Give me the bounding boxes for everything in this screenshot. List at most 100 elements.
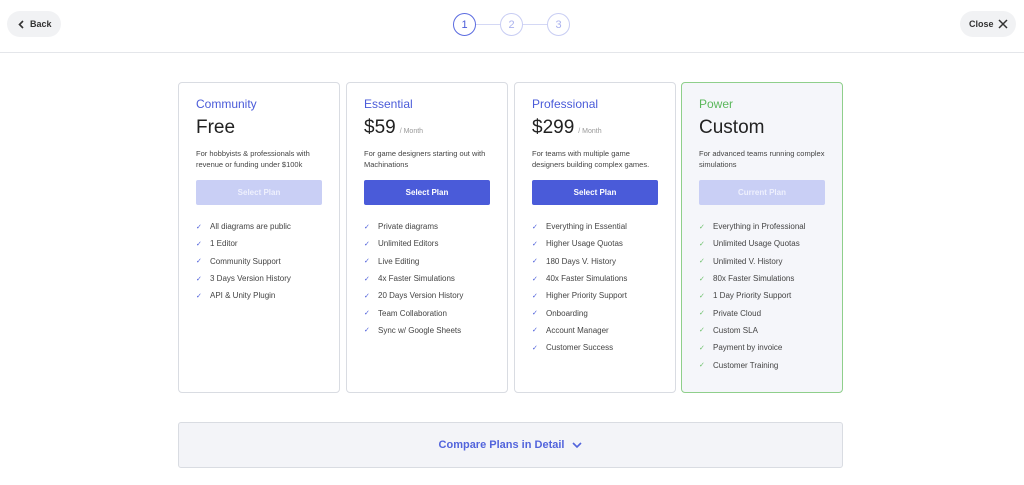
feature-list: ✓ Everything in Essential ✓ Higher Usage Q… bbox=[532, 218, 658, 356]
feature-label: Sync w/ Google Sheets bbox=[378, 325, 462, 335]
check-icon: ✓ bbox=[364, 327, 370, 335]
back-button[interactable]: Back bbox=[7, 11, 61, 37]
plan-price: Free bbox=[196, 117, 322, 141]
feature-label: Unlimited Usage Quotas bbox=[713, 239, 800, 249]
check-icon: ✓ bbox=[196, 240, 202, 248]
check-icon: ✓ bbox=[532, 344, 538, 352]
step-3[interactable]: 3 bbox=[547, 13, 570, 36]
feature-item: ✓ All diagrams are public bbox=[196, 218, 322, 235]
feature-item: ✓ Customer Success bbox=[532, 339, 658, 356]
feature-label: 20 Days Version History bbox=[378, 291, 464, 301]
feature-item: ✓ 1 Editor bbox=[196, 235, 322, 252]
check-icon: ✓ bbox=[532, 223, 538, 231]
price-value: $59 bbox=[364, 117, 396, 138]
check-icon: ✓ bbox=[532, 327, 538, 335]
feature-label: Team Collaboration bbox=[378, 308, 447, 318]
feature-label: API & Unity Plugin bbox=[210, 291, 276, 301]
feature-label: All diagrams are public bbox=[210, 222, 291, 232]
feature-item: ✓ Onboarding bbox=[532, 304, 658, 321]
check-icon: ✓ bbox=[364, 223, 370, 231]
chevron-left-icon bbox=[18, 19, 24, 29]
compare-plans-button[interactable]: Compare Plans in Detail bbox=[178, 422, 843, 468]
check-icon: ✓ bbox=[699, 292, 705, 300]
feature-label: Unlimited V. History bbox=[713, 256, 783, 266]
feature-label: Payment by invoice bbox=[713, 343, 783, 353]
plan-name: Power bbox=[699, 97, 734, 111]
check-icon: ✓ bbox=[196, 275, 202, 283]
feature-item: ✓ Everything in Professional bbox=[699, 218, 825, 235]
select-plan-button[interactable]: Select Plan bbox=[364, 180, 490, 205]
chevron-down-icon bbox=[572, 441, 583, 448]
check-icon: ✓ bbox=[699, 275, 705, 283]
feature-item: ✓ Higher Usage Quotas bbox=[532, 235, 658, 252]
feature-label: Live Editing bbox=[378, 256, 420, 266]
check-icon: ✓ bbox=[196, 223, 202, 231]
feature-label: Account Manager bbox=[546, 325, 609, 335]
feature-item: ✓ Unlimited V. History bbox=[699, 253, 825, 270]
select-plan-button[interactable]: Select Plan bbox=[196, 180, 322, 205]
check-icon: ✓ bbox=[196, 292, 202, 300]
feature-item: ✓ Private Cloud bbox=[699, 304, 825, 321]
feature-item: ✓ Everything in Essential bbox=[532, 218, 658, 235]
feature-label: 40x Faster Simulations bbox=[546, 274, 628, 284]
plan-description: For advanced teams running complex simul… bbox=[699, 149, 825, 169]
select-plan-button[interactable]: Select Plan bbox=[532, 180, 658, 205]
current-plan-button: Current Plan bbox=[699, 180, 825, 205]
plan-price: $59 / Month bbox=[364, 117, 490, 141]
feature-label: Higher Priority Support bbox=[546, 291, 627, 301]
feature-item: ✓ Payment by invoice bbox=[699, 339, 825, 356]
step-1[interactable]: 1 bbox=[453, 13, 476, 36]
plan-price: $299 / Month bbox=[532, 117, 658, 141]
feature-item: ✓ Private diagrams bbox=[364, 218, 490, 235]
feature-list: ✓ Everything in Professional ✓ Unlimited U… bbox=[699, 218, 825, 374]
close-button[interactable]: Close bbox=[960, 11, 1016, 37]
compare-label: Compare Plans in Detail bbox=[438, 439, 565, 451]
feature-label: Higher Usage Quotas bbox=[546, 239, 623, 249]
feature-item: ✓ 40x Faster Simulations bbox=[532, 270, 658, 287]
feature-item: ✓ 4x Faster Simulations bbox=[364, 270, 490, 287]
step-2[interactable]: 2 bbox=[500, 13, 523, 36]
close-icon bbox=[997, 19, 1008, 29]
feature-label: Custom SLA bbox=[713, 325, 758, 335]
feature-label: Everything in Essential bbox=[546, 222, 627, 232]
progress-stepper: 1 2 3 bbox=[453, 13, 570, 36]
feature-item: ✓ Unlimited Usage Quotas bbox=[699, 235, 825, 252]
plan-card-professional: Professional $299 / Month For teams with… bbox=[514, 82, 676, 393]
feature-label: 80x Faster Simulations bbox=[713, 274, 795, 284]
price-value: $299 bbox=[532, 117, 575, 138]
plan-card-power: Power Custom For advanced teams running … bbox=[681, 82, 843, 393]
feature-item: ✓ Team Collaboration bbox=[364, 304, 490, 321]
plan-name: Community bbox=[196, 97, 257, 111]
feature-item: ✓ 3 Days Version History bbox=[196, 270, 322, 287]
feature-item: ✓ Higher Priority Support bbox=[532, 287, 658, 304]
feature-label: Private Cloud bbox=[713, 308, 762, 318]
feature-item: ✓ Community Support bbox=[196, 253, 322, 270]
plan-price: Custom bbox=[699, 117, 825, 141]
check-icon: ✓ bbox=[699, 258, 705, 266]
feature-label: Private diagrams bbox=[378, 222, 439, 232]
feature-item: ✓ API & Unity Plugin bbox=[196, 287, 322, 304]
feature-item: ✓ Account Manager bbox=[532, 322, 658, 339]
feature-item: ✓ Custom SLA bbox=[699, 322, 825, 339]
check-icon: ✓ bbox=[364, 275, 370, 283]
feature-label: Onboarding bbox=[546, 308, 588, 318]
feature-item: ✓ 180 Days V. History bbox=[532, 253, 658, 270]
check-icon: ✓ bbox=[196, 258, 202, 266]
feature-label: 1 Day Priority Support bbox=[713, 291, 792, 301]
plan-card-essential: Essential $59 / Month For game designers… bbox=[346, 82, 508, 393]
feature-item: ✓ Live Editing bbox=[364, 253, 490, 270]
top-bar: Back 1 2 3 Close bbox=[0, 0, 1024, 53]
feature-item: ✓ Unlimited Editors bbox=[364, 235, 490, 252]
feature-label: Customer Training bbox=[713, 360, 779, 370]
check-icon: ✓ bbox=[364, 240, 370, 248]
feature-list: ✓ All diagrams are public ✓ 1 Editor ✓ Comm… bbox=[196, 218, 322, 304]
feature-label: 1 Editor bbox=[210, 239, 238, 249]
feature-label: 3 Days Version History bbox=[210, 274, 291, 284]
check-icon: ✓ bbox=[532, 258, 538, 266]
feature-list: ✓ Private diagrams ✓ Unlimited Editors ✓ Li… bbox=[364, 218, 490, 339]
feature-item: ✓ 1 Day Priority Support bbox=[699, 287, 825, 304]
price-value: Custom bbox=[699, 117, 765, 138]
check-icon: ✓ bbox=[699, 240, 705, 248]
check-icon: ✓ bbox=[699, 362, 705, 370]
check-icon: ✓ bbox=[364, 258, 370, 266]
